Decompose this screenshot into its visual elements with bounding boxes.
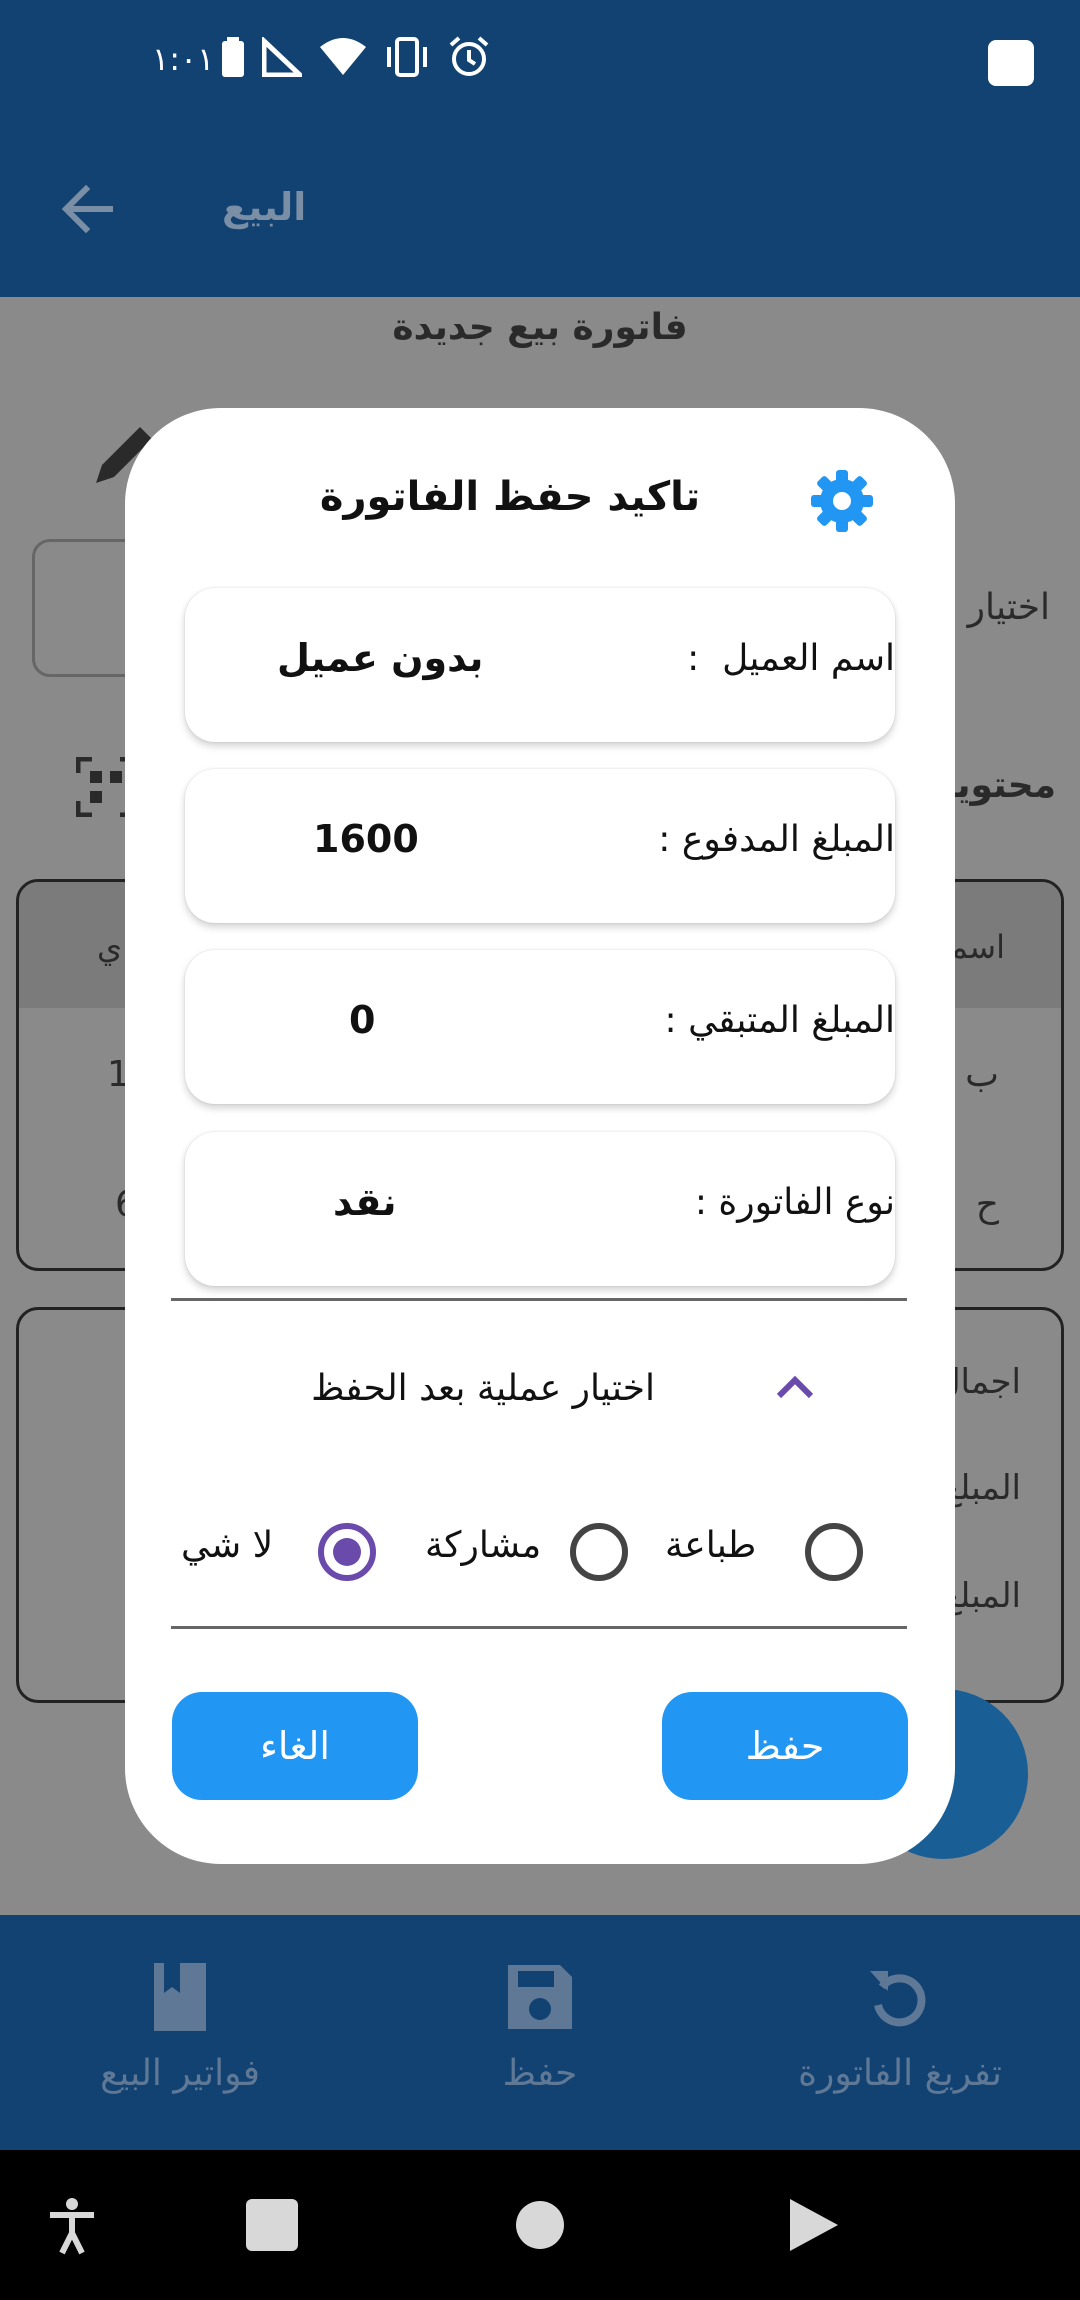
remaining-amount-label: المبلغ المتبقي : <box>664 1000 895 1041</box>
system-navigation-bar <box>0 2150 1080 2300</box>
divider <box>171 1298 907 1301</box>
app-bar-title: البيع <box>222 185 307 229</box>
wifi-icon <box>320 37 366 81</box>
radio-share[interactable] <box>570 1523 628 1581</box>
invoice-type-card: نوع الفاتورة : نقد <box>185 1132 895 1286</box>
paid-amount-label: المبلغ المدفوع : <box>658 819 895 860</box>
cancel-button[interactable]: الغاء <box>172 1692 418 1800</box>
home-circle-icon[interactable] <box>510 2195 570 2255</box>
invoice-type-value: نقد <box>333 1180 397 1224</box>
chevron-up-icon[interactable] <box>773 1370 817 1404</box>
radio-print-label: طباعة <box>665 1525 757 1566</box>
save-button[interactable]: حفظ <box>662 1692 908 1800</box>
invoice-type-label: نوع الفاتورة : <box>694 1182 895 1223</box>
notification-square-icon <box>988 40 1034 86</box>
vibrate-icon <box>384 37 430 81</box>
table-header-cell: اسم <box>948 928 1005 966</box>
post-save-options: طباعة مشاركة لا شي <box>125 1511 955 1591</box>
radio-none[interactable] <box>318 1523 376 1581</box>
refresh-icon <box>870 1971 926 2027</box>
nav-label: فواتير البيع <box>100 2053 260 2094</box>
nav-item-clear-invoice[interactable]: تفريغ الفاتورة <box>720 1915 1080 2150</box>
confirm-save-dialog: تاكيد حفظ الفاتورة اسم العميل : بدون عمي… <box>125 408 955 1864</box>
nav-item-save[interactable]: حفظ <box>360 1915 720 2150</box>
remaining-amount-value: 0 <box>349 998 376 1042</box>
radio-none-label: لا شي <box>181 1525 274 1566</box>
post-save-action-title[interactable]: اختيار عملية بعد الحفظ <box>311 1368 655 1409</box>
recents-square-icon[interactable] <box>242 2195 302 2255</box>
table-header-cell: ي <box>97 928 123 966</box>
bottom-navigation: فواتير البيع حفظ تفريغ الفاتورة <box>0 1915 1080 2150</box>
customer-name-label: اسم العميل : <box>687 638 895 679</box>
back-triangle-icon[interactable] <box>782 2195 842 2255</box>
book-icon <box>154 1963 206 2031</box>
customer-name-value: بدون عميل <box>277 636 484 680</box>
gear-icon <box>811 470 873 532</box>
divider <box>171 1626 907 1629</box>
customer-name-card: اسم العميل : بدون عميل <box>185 588 895 742</box>
radio-print[interactable] <box>805 1523 863 1581</box>
accessibility-icon[interactable] <box>42 2195 102 2255</box>
alarm-icon <box>448 36 490 82</box>
invoice-title: فاتورة بيع جديدة <box>392 307 688 348</box>
back-arrow-icon[interactable] <box>56 177 120 241</box>
battery-icon <box>222 37 244 81</box>
select-label: اختيار <box>967 587 1050 628</box>
nav-label: حفظ <box>502 2053 578 2094</box>
status-time: ١:٠١ <box>152 40 215 78</box>
status-bar: ١:٠١ <box>0 0 1080 125</box>
paid-amount-value: 1600 <box>313 817 419 861</box>
remaining-amount-card: المبلغ المتبقي : 0 <box>185 950 895 1104</box>
signal-icon <box>261 35 307 81</box>
paid-amount-card: المبلغ المدفوع : 1600 <box>185 769 895 923</box>
table-cell: ح <box>975 1184 999 1225</box>
status-icons <box>222 35 490 82</box>
nav-item-sales-invoices[interactable]: فواتير البيع <box>0 1915 360 2150</box>
radio-share-label: مشاركة <box>425 1525 542 1566</box>
table-cell: ب <box>965 1054 999 1095</box>
contents-label: محتويا <box>943 765 1056 806</box>
app-bar: البيع <box>0 125 1080 297</box>
nav-label: تفريغ الفاتورة <box>798 2053 1002 2094</box>
save-icon <box>508 1965 572 2029</box>
